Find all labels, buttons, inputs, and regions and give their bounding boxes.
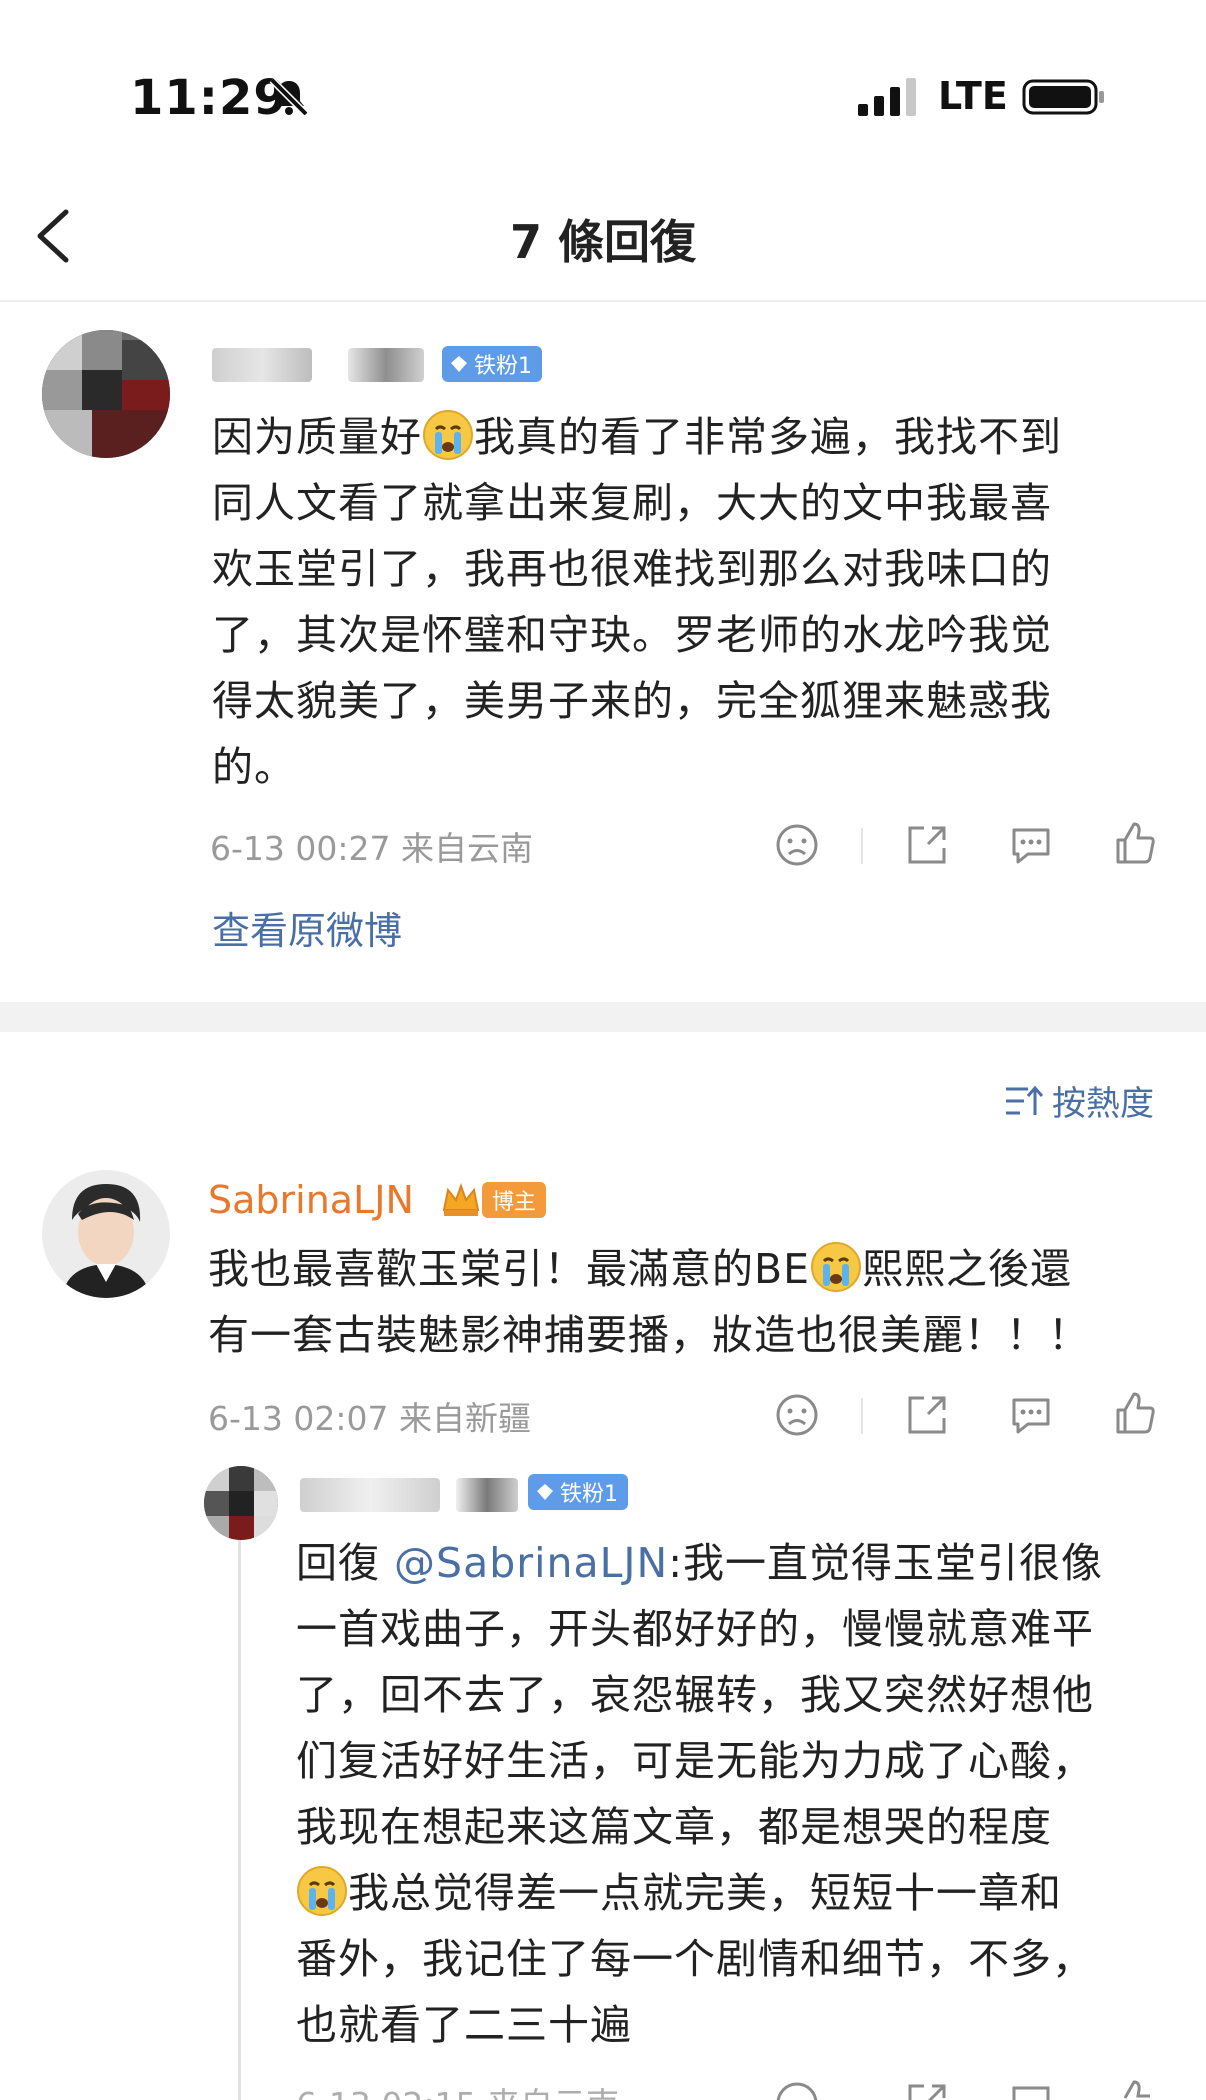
avatar-image-icon: [42, 330, 170, 458]
share-icon[interactable]: [904, 822, 950, 868]
share-icon[interactable]: [904, 1392, 950, 1438]
network-type: LTE: [938, 74, 1008, 118]
sort-label: 按熱度: [1052, 1084, 1154, 1124]
avatar[interactable]: [42, 330, 170, 458]
crown-icon: [442, 1183, 480, 1216]
crying-face-icon: [811, 1242, 862, 1292]
reply-line: 了，回不去了，哀怨辗转，我又突然好想他: [296, 1671, 1094, 1719]
diamond-icon: [537, 1484, 553, 1500]
thread-line: [238, 1478, 241, 2100]
section-divider: [0, 1002, 1206, 1032]
dislike-face-icon[interactable]: [774, 1392, 820, 1438]
reply-line: 也就看了二三十遍: [296, 2001, 632, 2049]
dislike-face-icon[interactable]: [774, 822, 820, 868]
action-separator: [861, 1398, 863, 1434]
reply-prefix: 回復: [296, 1539, 380, 1587]
header-divider: [0, 300, 1206, 302]
host-badge-label: 博主: [482, 1182, 547, 1218]
like-thumb-icon[interactable]: [1112, 820, 1158, 866]
reply-text-part: 我也最喜歡玉棠引！最滿意的BE: [208, 1245, 811, 1293]
sort-icon: [1006, 1085, 1044, 1115]
nested-reply-meta: 6-13 02:15 来自云南: [296, 2078, 619, 2100]
fan-badge: 铁粉1: [442, 346, 542, 382]
reply-line: 有一套古裝魅影神捕要播，妝造也很美麗！！！: [208, 1311, 1090, 1359]
avatar[interactable]: [204, 1466, 278, 1540]
comment-line: 得太貌美了，美男子来的，完全狐狸来魅惑我: [212, 677, 1052, 725]
comment-line: 同人文看了就拿出来复刷，大大的文中我最喜: [212, 479, 1052, 527]
cellular-signal-icon: [858, 78, 916, 116]
crying-face-icon: [423, 410, 473, 460]
comment-line: 的。: [212, 743, 296, 791]
reply-line: 番外，我记住了每一个剧情和细节，不多，: [296, 1935, 1094, 1983]
username-blurred[interactable]: [212, 348, 312, 382]
comment-icon[interactable]: [1008, 1392, 1054, 1438]
comment-line: 欢玉堂引了，我再也很难找到那么对我味口的: [212, 545, 1052, 593]
mention-link[interactable]: @SabrinaLJN: [394, 1539, 668, 1587]
reply-line: 们复活好好生活，可是无能为力成了心酸，: [296, 1737, 1094, 1785]
crying-face-icon: [297, 1866, 347, 1916]
like-thumb-icon[interactable]: [1112, 2078, 1158, 2100]
status-time: 11:29: [130, 70, 288, 126]
comment-icon[interactable]: [1008, 2080, 1054, 2100]
fan-badge: 铁粉1: [528, 1474, 628, 1510]
avatar[interactable]: [42, 1170, 170, 1298]
fan-badge-label: 铁粉1: [474, 354, 532, 379]
sort-by-heat-button[interactable]: 按熱度: [1004, 1076, 1154, 1125]
username-blurred-part: [456, 1478, 518, 1512]
reply-line: 一首戏曲子，开头都好好的，慢慢就意难平: [296, 1605, 1094, 1653]
comment-meta: 6-13 00:27 来自云南: [210, 829, 533, 868]
reply-meta: 6-13 02:07 来自新疆: [208, 1399, 531, 1438]
view-original-link[interactable]: 查看原微博: [212, 900, 402, 955]
reply-text-part: :我一直觉得玉堂引很像: [668, 1539, 1103, 1587]
comment-text-part: 因为质量好: [212, 413, 422, 461]
dislike-face-icon[interactable]: [774, 2080, 820, 2100]
bell-muted-icon: [269, 77, 309, 117]
share-icon[interactable]: [904, 2080, 950, 2100]
host-badge: 博主: [440, 1180, 547, 1220]
diamond-icon: [451, 356, 467, 372]
reply-text-part: 我总觉得差一点就完美，短短十一章和: [348, 1869, 1062, 1917]
comment-icon[interactable]: [1008, 822, 1054, 868]
comment-text-part: 我真的看了非常多遍，我找不到: [474, 413, 1062, 461]
username-blurred-part: [348, 348, 424, 382]
action-separator: [861, 828, 863, 864]
username-blurred[interactable]: [300, 1478, 440, 1512]
page-title: 7 條回復: [509, 215, 697, 269]
username[interactable]: SabrinaLJN: [208, 1178, 414, 1222]
reply-line: 我现在想起来这篇文章，都是想哭的程度: [296, 1803, 1052, 1851]
comment-line: 了，其次是怀璧和守玦。罗老师的水龙吟我觉: [212, 611, 1052, 659]
battery-icon: [1022, 79, 1104, 115]
nested-reply-text: 回復 @SabrinaLJN:我一直觉得玉堂引很像 一首戏曲子，开头都好好的，慢…: [296, 1530, 1176, 2058]
reply-text-part: 熙熙之後還: [862, 1245, 1073, 1293]
fan-badge-label: 铁粉1: [560, 1482, 618, 1507]
avatar-image-icon: [42, 1170, 170, 1298]
comment-text: 因为质量好 我真的看了非常多遍，我找不到 同人文看了就拿出来复刷，大大的文中我最…: [212, 404, 1152, 800]
reply-text: 我也最喜歡玉棠引！最滿意的BE 熙熙之後還 有一套古裝魅影神捕要播，妝造也很美麗…: [208, 1236, 1168, 1368]
avatar-image-icon: [204, 1466, 278, 1540]
like-thumb-icon[interactable]: [1112, 1390, 1158, 1436]
